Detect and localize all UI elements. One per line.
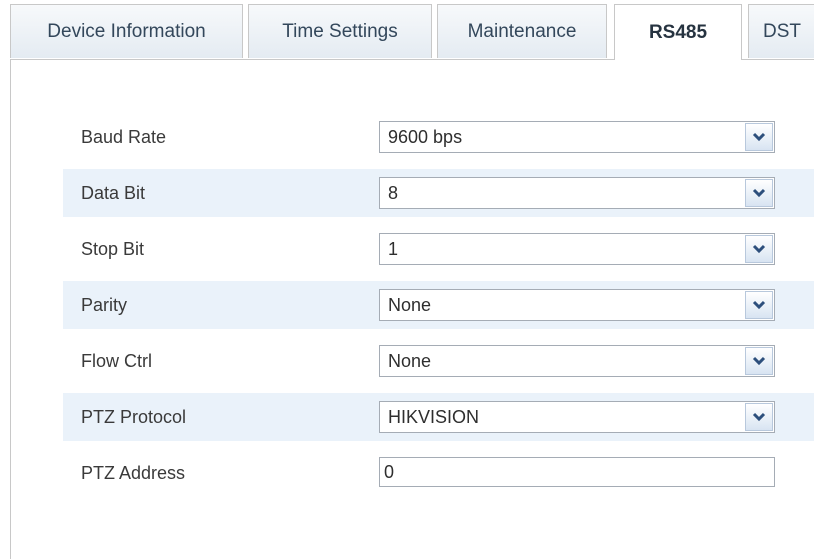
stop-bit-row: Stop Bit 1 (63, 225, 814, 273)
baud-rate-select[interactable]: 9600 bps (379, 121, 775, 153)
tab-rs485[interactable]: RS485 (614, 4, 742, 60)
tab-dst[interactable]: DST (748, 4, 814, 58)
data-bit-value: 8 (388, 183, 399, 203)
data-bit-label: Data Bit (81, 183, 146, 203)
ptz-address-value: 0 (384, 462, 395, 482)
ptz-protocol-row: PTZ Protocol HIKVISION (63, 393, 814, 441)
chevron-down-icon[interactable] (745, 403, 773, 431)
ptz-address-label: PTZ Address (81, 463, 186, 483)
stop-bit-select[interactable]: 1 (379, 233, 775, 265)
baud-rate-value: 9600 bps (388, 127, 463, 147)
ptz-protocol-value: HIKVISION (388, 407, 480, 427)
tab-time-settings[interactable]: Time Settings (248, 4, 432, 58)
rs485-settings-panel: Baud Rate 9600 bps Data Bit 8 Stop Bit 1… (10, 59, 814, 559)
flow-ctrl-select[interactable]: None (379, 345, 775, 377)
stop-bit-label: Stop Bit (81, 239, 145, 259)
baud-rate-row: Baud Rate 9600 bps (63, 113, 814, 161)
stop-bit-value: 1 (388, 239, 399, 259)
ptz-protocol-label: PTZ Protocol (81, 407, 187, 427)
chevron-down-icon[interactable] (745, 179, 773, 207)
parity-select[interactable]: None (379, 289, 775, 321)
parity-label: Parity (81, 295, 128, 315)
ptz-address-row: PTZ Address 0 (63, 449, 814, 497)
baud-rate-label: Baud Rate (81, 127, 167, 147)
ptz-address-input[interactable]: 0 (379, 457, 775, 487)
parity-value: None (388, 295, 432, 315)
ptz-protocol-select[interactable]: HIKVISION (379, 401, 775, 433)
chevron-down-icon[interactable] (745, 235, 773, 263)
data-bit-row: Data Bit 8 (63, 169, 814, 217)
parity-row: Parity None (63, 281, 814, 329)
tab-device-information[interactable]: Device Information (10, 4, 243, 58)
chevron-down-icon[interactable] (745, 123, 773, 151)
flow-ctrl-row: Flow Ctrl None (63, 337, 814, 385)
chevron-down-icon[interactable] (745, 347, 773, 375)
tab-maintenance[interactable]: Maintenance (437, 4, 607, 58)
data-bit-select[interactable]: 8 (379, 177, 775, 209)
flow-ctrl-value: None (388, 351, 432, 371)
chevron-down-icon[interactable] (745, 291, 773, 319)
flow-ctrl-label: Flow Ctrl (81, 351, 152, 371)
tab-bar: Device Information Time Settings Mainten… (0, 0, 814, 60)
